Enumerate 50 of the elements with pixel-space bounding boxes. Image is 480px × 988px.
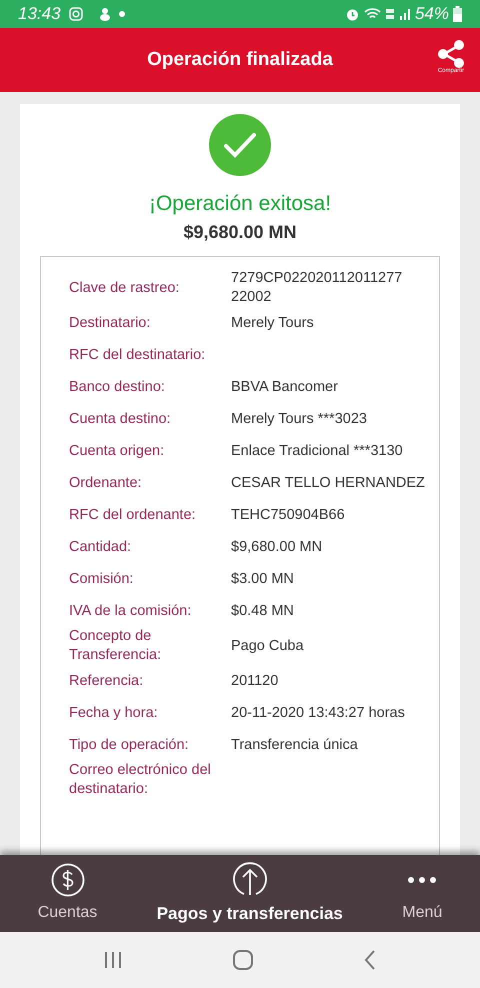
field-label: Cantidad: [69, 538, 132, 557]
more-icon [406, 876, 438, 882]
status-time: 13:43 [18, 3, 61, 26]
field-label: Concepto de Transferencia: [69, 627, 162, 666]
field-value: TEHC750904B66 [231, 506, 346, 525]
field-value: Transferencia única [231, 736, 359, 755]
alarm-icon [344, 6, 360, 22]
field-value: BBVA Bancomer [231, 378, 339, 397]
field-value: Pago Cuba [231, 636, 305, 656]
field-label: Correo electrónico del destinatario: [69, 761, 212, 800]
signal-icon [398, 7, 411, 21]
field-value: $9,680.00 MN [231, 538, 324, 557]
back-button[interactable] [363, 948, 378, 972]
field-value: Enlace Tradicional ***3130 [231, 442, 404, 461]
field-value: $0.48 MN [231, 602, 295, 621]
field-label: RFC del ordenante: [69, 506, 197, 525]
field-value: CESAR TELLO HERNANDEZ [231, 474, 426, 493]
field-label: Comisión: [69, 570, 134, 589]
battery-icon [453, 6, 462, 22]
field-value: $3.00 MN [231, 570, 295, 589]
field-value: 7279CP022020112011277 22002 [231, 269, 404, 308]
wifi-icon [364, 7, 381, 21]
field-label: Cuenta origen: [69, 442, 166, 461]
dot-icon [118, 11, 125, 17]
field-label: Tipo de operación: [69, 736, 190, 755]
amount-text: $9,680.00 MN [183, 222, 297, 242]
field-value: 201120 [231, 672, 280, 691]
field-label: RFC del destinatario: [69, 346, 206, 365]
nav-tab[interactable]: Menú [402, 862, 442, 924]
nav-tab[interactable]: Cuentas [38, 862, 98, 924]
screen-title: Operación finalizada [147, 48, 333, 72]
instagram-icon [68, 7, 83, 21]
home-button[interactable] [232, 948, 254, 972]
field-value: Merely Tours ***3023 [231, 410, 368, 429]
success-check-icon [209, 114, 271, 176]
success-title: ¡Operación exitosa! [148, 192, 332, 215]
field-label: Clave de rastreo: [69, 278, 180, 298]
upload-circle-icon [232, 860, 268, 897]
field-value: 20-11-2020 13:43:27 horas [231, 704, 406, 723]
field-label: Cuenta destino: [69, 410, 172, 429]
field-label: Ordenante: [69, 474, 143, 493]
nav-tab[interactable]: Pagos y transferencias [156, 860, 343, 926]
field-value: Merely Tours [231, 314, 315, 333]
field-label: IVA de la comisión: [69, 602, 192, 621]
field-label: Referencia: [69, 672, 144, 691]
battery-percent: 54% [414, 3, 449, 26]
field-label: Destinatario: [69, 314, 152, 333]
dollar-circle-icon [50, 862, 84, 896]
field-label: Fecha y hora: [69, 704, 159, 723]
field-label: Banco destino: [69, 378, 166, 397]
